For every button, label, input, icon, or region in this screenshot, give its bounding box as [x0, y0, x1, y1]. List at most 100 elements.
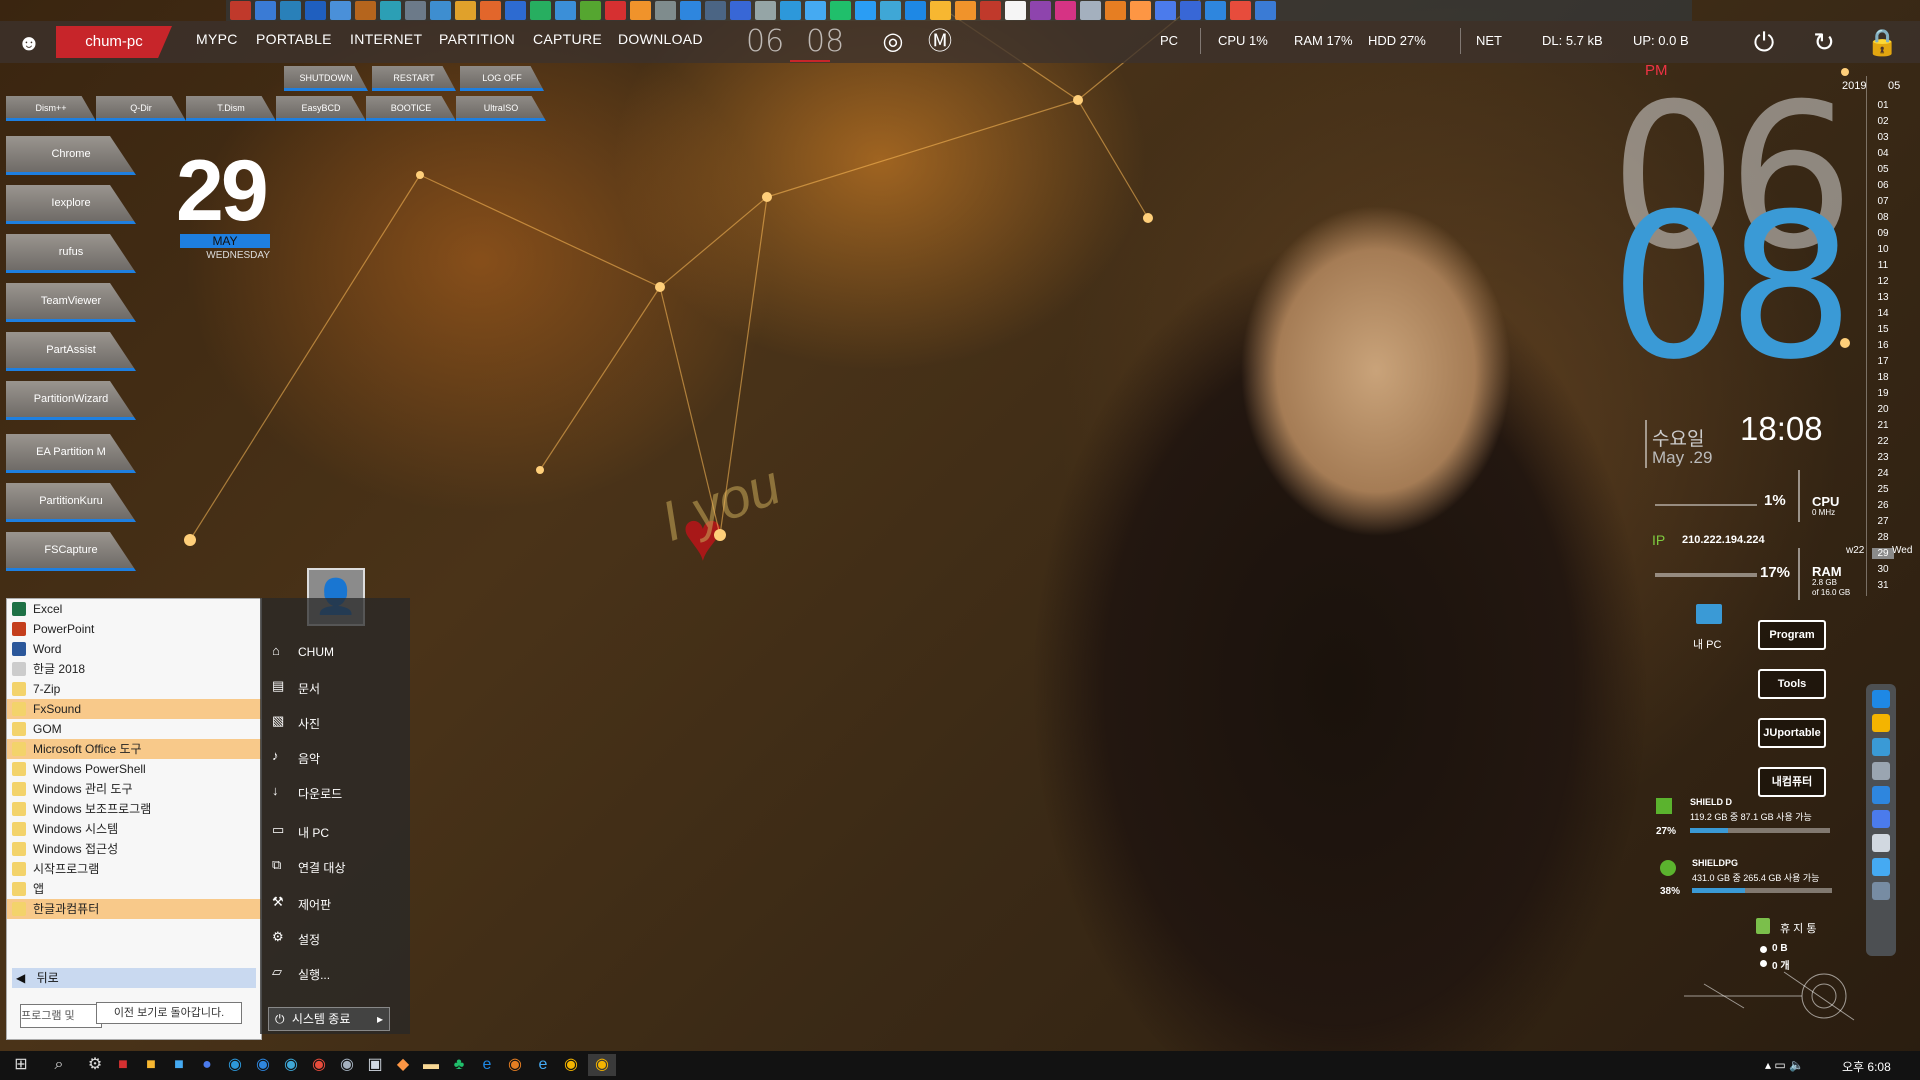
app-icon[interactable]: ■: [168, 1054, 190, 1076]
app-icon[interactable]: [1872, 858, 1890, 876]
my-pc-icon[interactable]: [1696, 604, 1722, 624]
chrome-icon[interactable]: [1872, 714, 1890, 732]
start-menu-item[interactable]: 시작프로그램: [7, 859, 261, 879]
edge-icon[interactable]: e: [476, 1054, 498, 1076]
app-icon[interactable]: ◉: [252, 1054, 274, 1076]
clover-icon[interactable]: ♣: [448, 1054, 470, 1076]
app-icon[interactable]: [680, 1, 701, 20]
start-menu-item[interactable]: Windows 관리 도구: [7, 779, 261, 799]
start-menu-item[interactable]: Excel: [7, 599, 261, 619]
start-menu-item[interactable]: FxSound: [7, 699, 261, 719]
logo-icon[interactable]: ☻: [14, 30, 44, 56]
app-icon[interactable]: [455, 1, 476, 20]
right-item-chum[interactable]: CHUM: [298, 645, 334, 659]
power-icon[interactable]: ⏻: [1748, 26, 1780, 58]
start-menu-item[interactable]: 한글과컴퓨터: [7, 899, 261, 919]
firefox-icon[interactable]: ◉: [504, 1054, 526, 1076]
app-icon[interactable]: [805, 1, 826, 20]
start-menu-item[interactable]: Word: [7, 639, 261, 659]
app-icon[interactable]: [980, 1, 1001, 20]
app-icon[interactable]: [1155, 1, 1176, 20]
chrome-icon[interactable]: ◎: [877, 26, 909, 58]
app-icon[interactable]: [530, 1, 551, 20]
system-tray-icons[interactable]: ▴ ▭ 🔈: [1765, 1058, 1804, 1072]
start-menu-item[interactable]: Microsoft Office 도구: [7, 739, 261, 759]
shutdown-button[interactable]: SHUTDOWN: [284, 66, 368, 91]
logoff-button[interactable]: LOG OFF: [460, 66, 544, 91]
app-icon[interactable]: [630, 1, 651, 20]
chrome-icon[interactable]: ◉: [560, 1054, 582, 1076]
ie-icon[interactable]: [1872, 690, 1890, 708]
chrome-active-icon[interactable]: ◉: [588, 1054, 616, 1076]
app-icon[interactable]: [905, 1, 926, 20]
app-icon[interactable]: [305, 1, 326, 20]
app-icon[interactable]: [1230, 1, 1251, 20]
app-icon[interactable]: [280, 1, 301, 20]
tool-qdir-button[interactable]: Q-Dir: [96, 96, 186, 121]
start-menu-item[interactable]: 한글 2018: [7, 659, 261, 679]
start-menu-item[interactable]: GOM: [7, 719, 261, 739]
app-icon[interactable]: [480, 1, 501, 20]
app-icon[interactable]: [755, 1, 776, 20]
app-icon[interactable]: [255, 1, 276, 20]
app-icon[interactable]: [330, 1, 351, 20]
app-icon[interactable]: [1080, 1, 1101, 20]
start-menu-item[interactable]: Windows 시스템: [7, 819, 261, 839]
right-item-downloads[interactable]: 다운로드: [298, 785, 342, 802]
app-icon[interactable]: [380, 1, 401, 20]
right-item-control-panel[interactable]: 제어판: [298, 896, 331, 913]
app-icon[interactable]: [1872, 786, 1890, 804]
right-item-run[interactable]: 실행...: [298, 966, 330, 983]
app-icon[interactable]: [1180, 1, 1201, 20]
back-button[interactable]: ◀ 뒤로: [12, 968, 256, 988]
start-search-input[interactable]: 프로그램 및: [20, 1004, 102, 1028]
water-icon[interactable]: ●: [196, 1054, 218, 1076]
app-icon[interactable]: [955, 1, 976, 20]
app-icon[interactable]: [1105, 1, 1126, 20]
tools-button[interactable]: Tools: [1758, 669, 1826, 699]
app-icon[interactable]: [855, 1, 876, 20]
taskbar-clock[interactable]: 오후 6:08: [1842, 1058, 1891, 1075]
lock-icon[interactable]: 🔒: [1866, 26, 1898, 58]
right-item-pictures[interactable]: 사진: [298, 715, 320, 732]
ie-icon[interactable]: e: [532, 1054, 554, 1076]
app-icon[interactable]: [1055, 1, 1076, 20]
app-icon[interactable]: [355, 1, 376, 20]
app-icon[interactable]: ◉: [308, 1054, 330, 1076]
app-icon[interactable]: [1205, 1, 1226, 20]
app-icon[interactable]: [605, 1, 626, 20]
app-icon[interactable]: ■: [140, 1054, 162, 1076]
app-icon[interactable]: [1872, 834, 1890, 852]
app-icon[interactable]: [1872, 810, 1890, 828]
app-icon[interactable]: [705, 1, 726, 20]
app-icon[interactable]: [1872, 762, 1890, 780]
tool-bootice-button[interactable]: BOOTICE: [366, 96, 456, 121]
start-menu-item[interactable]: Windows 보조프로그램: [7, 799, 261, 819]
tool-tdism-button[interactable]: T.Dism: [186, 96, 276, 121]
menu-mypc[interactable]: MYPC: [196, 31, 238, 47]
start-menu-item[interactable]: 앱: [7, 879, 261, 899]
tool-ultraiso-button[interactable]: UltraISO: [456, 96, 546, 121]
restart-button[interactable]: RESTART: [372, 66, 456, 91]
app-icon[interactable]: ◉: [224, 1054, 246, 1076]
app-icon[interactable]: [830, 1, 851, 20]
my-pc-label[interactable]: 내 PC: [1693, 636, 1721, 652]
app-icon[interactable]: [655, 1, 676, 20]
app-icon[interactable]: [1130, 1, 1151, 20]
app-icon[interactable]: [730, 1, 751, 20]
right-item-documents[interactable]: 문서: [298, 680, 320, 697]
app-icon[interactable]: ◆: [392, 1054, 414, 1076]
menu-internet[interactable]: INTERNET: [350, 31, 422, 47]
app-icon[interactable]: [930, 1, 951, 20]
start-menu-item[interactable]: Windows PowerShell: [7, 759, 261, 779]
mail-icon[interactable]: Ⓜ: [924, 26, 956, 58]
right-item-my-pc[interactable]: 내 PC: [298, 824, 329, 841]
pc-name-tab[interactable]: chum-pc: [56, 26, 172, 58]
app-icon[interactable]: [880, 1, 901, 20]
menu-capture[interactable]: CAPTURE: [533, 31, 602, 47]
right-item-connect[interactable]: 연결 대상: [298, 859, 346, 876]
menu-download[interactable]: DOWNLOAD: [618, 31, 703, 47]
app-icon[interactable]: [1255, 1, 1276, 20]
juportable-button[interactable]: JUportable: [1758, 718, 1826, 748]
app-icon[interactable]: [230, 1, 251, 20]
